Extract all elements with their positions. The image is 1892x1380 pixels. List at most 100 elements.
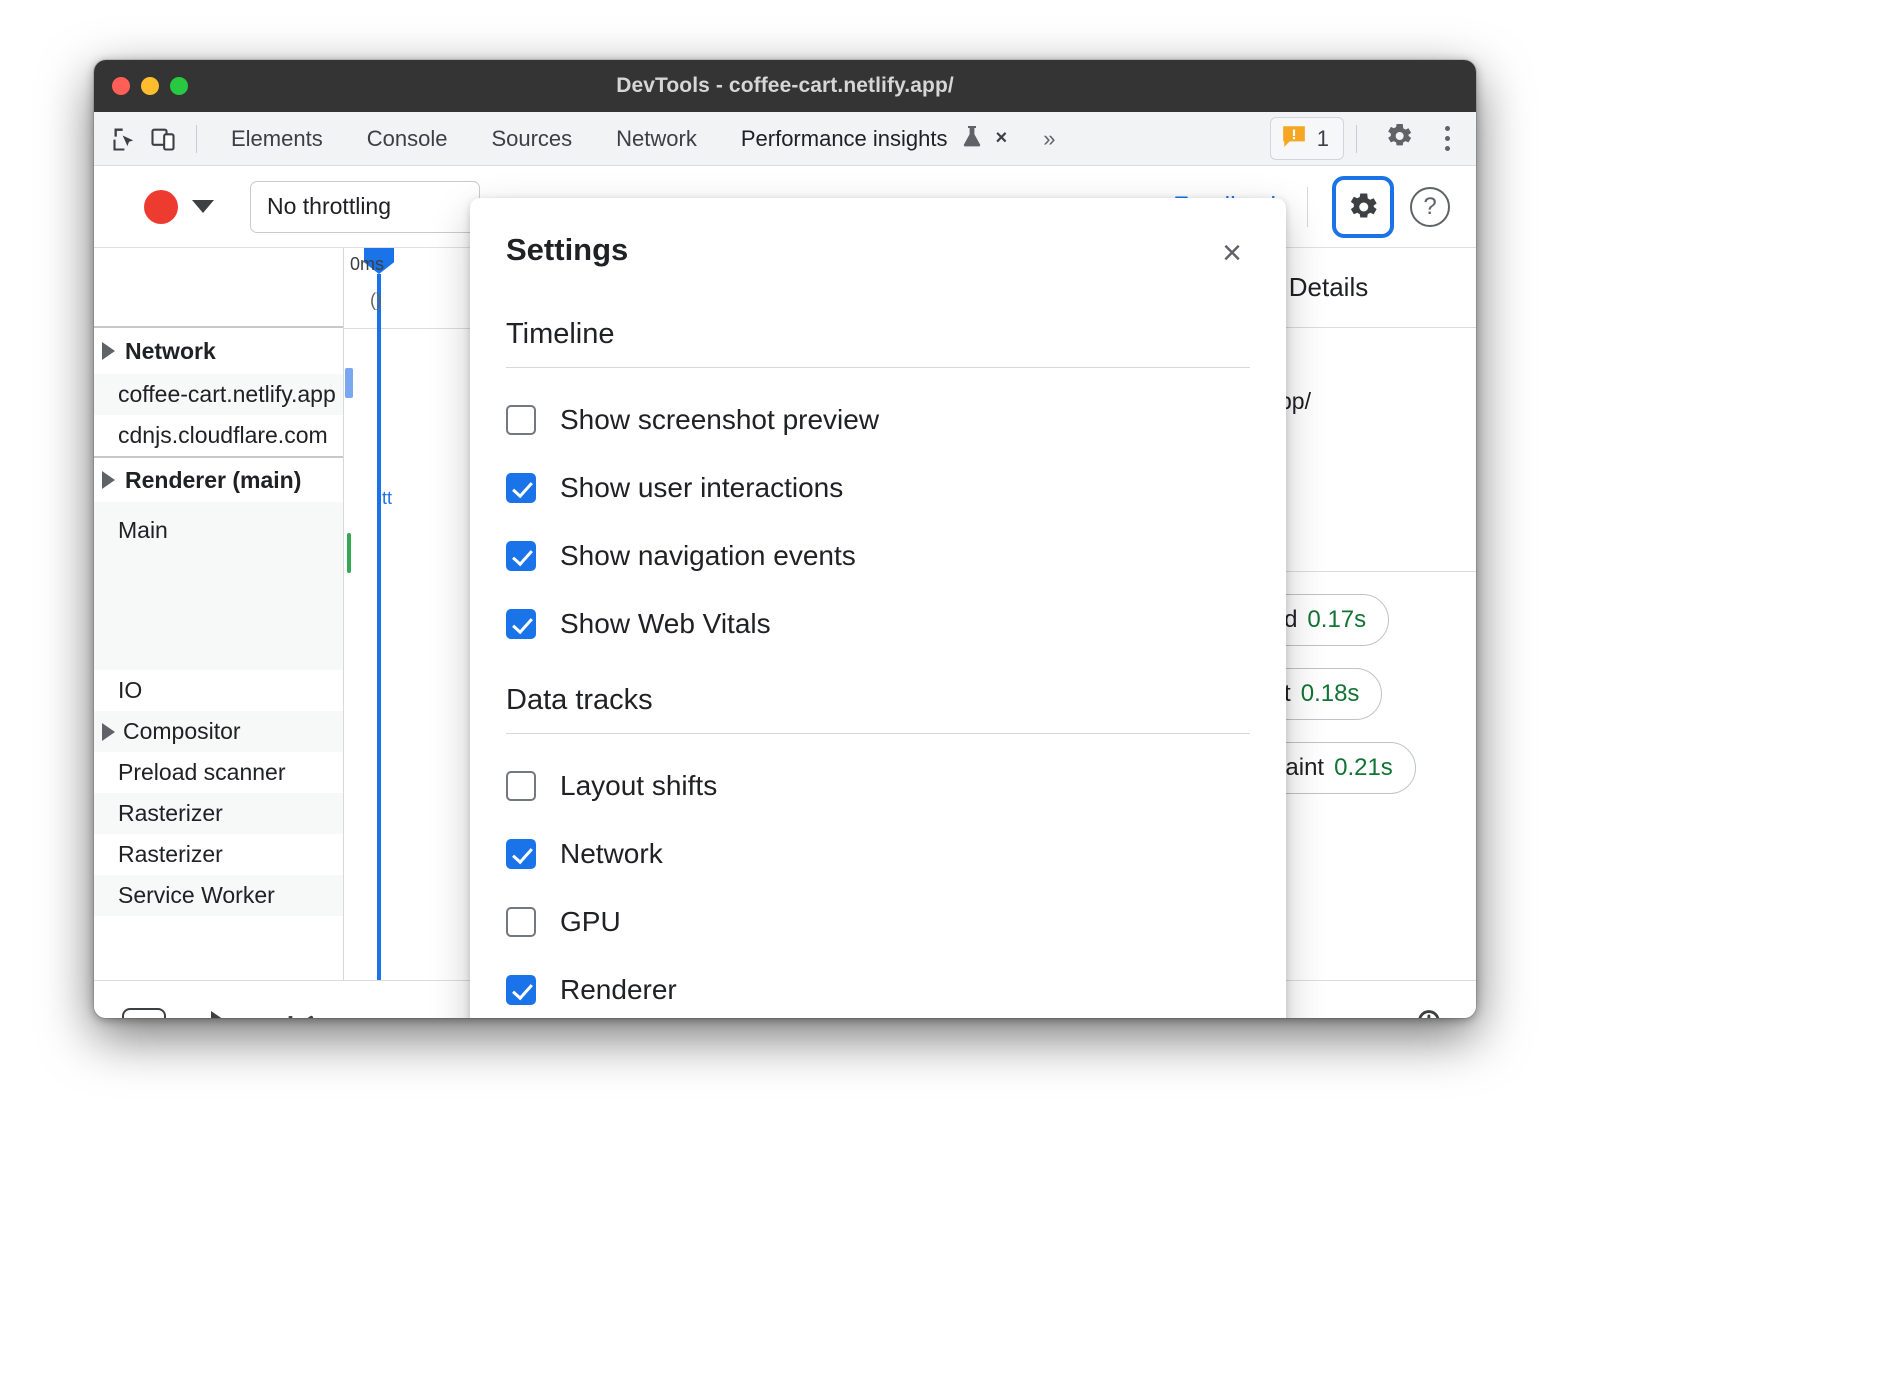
sidebar-item-cdnjs[interactable]: cdnjs.cloudflare.com [94,415,343,456]
sidebar-item-preload-scanner[interactable]: Preload scanner [94,752,343,793]
timeline-bar-interaction [345,368,353,398]
sidebar-item-main-label: Main [118,517,168,543]
label-show-navigation-events: Show navigation events [560,540,856,572]
checkbox-gpu[interactable] [506,907,536,937]
tab-sources[interactable]: Sources [469,112,594,166]
tabstrip-right-controls: 1 [1270,117,1466,160]
settings-dialog-title: Settings [506,232,628,268]
tab-console[interactable]: Console [345,112,470,166]
sidebar-group-label-2: Renderer (main) [125,467,301,494]
metric-time-2: 0.18s [1301,680,1360,708]
sidebar-item-main[interactable]: Main [94,502,343,670]
setting-row-show-web-vitals[interactable]: Show Web Vitals [506,608,1250,640]
metric-time-1: 0.17s [1307,606,1366,634]
screenshot-root: DevTools - coffee-cart.netlify.app/ Elem… [0,0,1892,1380]
label-network: Network [560,838,663,870]
expand-triangle-icon-3[interactable] [102,723,115,741]
toolbar-divider-2 [1356,125,1357,153]
traffic-lights[interactable] [112,77,188,95]
devtools-tabstrip: Elements Console Sources Network Perform… [94,112,1476,166]
help-icon[interactable]: ? [1410,187,1450,227]
timeline-brace-icon: () [370,290,382,311]
setting-row-gpu[interactable]: GPU [506,906,1250,938]
metric-time-3: 0.21s [1334,754,1393,782]
section-title-data-tracks: Data tracks [506,684,1250,717]
zoom-window-button[interactable] [170,77,188,95]
sidebar-item-service-worker[interactable]: Service Worker [94,875,343,916]
checkbox-show-web-vitals[interactable] [506,609,536,639]
toolbar-divider [196,125,197,153]
setting-row-show-screenshot-preview[interactable]: Show screenshot preview [506,404,1250,436]
section-divider-data-tracks [506,733,1250,734]
checkbox-show-user-interactions[interactable] [506,473,536,503]
close-tab-icon[interactable]: × [996,127,1008,150]
settings-dialog: Settings × Timeline Show screenshot prev… [470,198,1286,1018]
checkbox-show-navigation-events[interactable] [506,541,536,571]
panel-tabs: Elements Console Sources Network Perform… [209,112,1055,166]
sidebar-item-coffee-cart[interactable]: coffee-cart.netlify.app [94,374,343,415]
tab-extras: × » [962,124,1056,154]
sidebar-item-rasterizer-2[interactable]: Rasterizer [94,834,343,875]
timeline-time-label: 0ms [350,254,384,275]
more-tabs-icon[interactable]: » [1043,126,1055,152]
warning-count: 1 [1317,126,1329,152]
setting-row-layout-shifts[interactable]: Layout shifts [506,770,1250,802]
device-toolbar-icon[interactable] [146,122,180,156]
window-title: DevTools - coffee-cart.netlify.app/ [616,74,954,98]
throttling-select[interactable]: No throttling [250,181,480,233]
visibility-icon[interactable] [122,1006,166,1019]
record-button[interactable] [144,190,178,224]
kebab-menu-icon[interactable] [1429,126,1466,151]
expand-triangle-icon[interactable] [102,342,115,360]
checkbox-renderer[interactable] [506,975,536,1005]
settings-gear-button[interactable] [1332,176,1394,238]
minimize-window-button[interactable] [141,77,159,95]
setting-row-renderer[interactable]: Renderer [506,974,1250,1006]
tab-network[interactable]: Network [594,112,719,166]
jump-to-start-icon[interactable] [278,1006,322,1019]
sidebar-item-rasterizer-1[interactable]: Rasterizer [94,793,343,834]
devtools-window: DevTools - coffee-cart.netlify.app/ Elem… [94,60,1476,1018]
close-window-button[interactable] [112,77,130,95]
toolbar-divider-3 [1307,187,1308,227]
label-show-screenshot-preview: Show screenshot preview [560,404,879,436]
setting-row-show-user-interactions[interactable]: Show user interactions [506,472,1250,504]
sidebar-group-label: Network [125,338,216,365]
timeline-bar-paint [347,533,351,573]
gear-icon[interactable] [1369,120,1429,157]
play-icon[interactable] [200,1006,244,1019]
label-renderer: Renderer [560,974,677,1006]
tab-performance-insights[interactable]: Performance insights [719,112,970,166]
sidebar-group-network[interactable]: Network [94,328,343,374]
settings-dialog-header: Settings × [506,232,1250,274]
sidebar-item-compositor-label: Compositor [123,711,241,752]
sidebar-header-spacer [94,248,343,328]
checkbox-network[interactable] [506,839,536,869]
setting-row-network[interactable]: Network [506,838,1250,870]
label-gpu: GPU [560,906,621,938]
playhead-line [377,274,381,980]
label-layout-shifts: Layout shifts [560,770,717,802]
caret-down-icon[interactable] [192,200,214,213]
tab-elements[interactable]: Elements [209,112,345,166]
window-titlebar: DevTools - coffee-cart.netlify.app/ [94,60,1476,112]
zoom-in-icon[interactable] [1414,1006,1448,1018]
checkbox-show-screenshot-preview[interactable] [506,405,536,435]
label-show-user-interactions: Show user interactions [560,472,843,504]
warning-badge[interactable]: 1 [1270,117,1344,160]
checkbox-layout-shifts[interactable] [506,771,536,801]
sidebar-item-compositor[interactable]: Compositor [94,711,343,752]
section-divider-timeline [506,367,1250,368]
inspect-cursor-icon[interactable] [108,122,142,156]
flask-icon [962,124,982,154]
track-sidebar: Network coffee-cart.netlify.app cdnjs.cl… [94,248,344,980]
expand-triangle-icon-2[interactable] [102,471,115,489]
setting-row-show-navigation-events[interactable]: Show navigation events [506,540,1250,572]
close-icon[interactable]: × [1214,232,1250,274]
section-title-timeline: Timeline [506,318,1250,351]
timeline-event-label: ltt [378,488,392,509]
sidebar-item-io[interactable]: IO [94,670,343,711]
sidebar-group-renderer[interactable]: Renderer (main) [94,456,343,502]
warning-message-icon [1281,123,1307,154]
label-show-web-vitals: Show Web Vitals [560,608,771,640]
